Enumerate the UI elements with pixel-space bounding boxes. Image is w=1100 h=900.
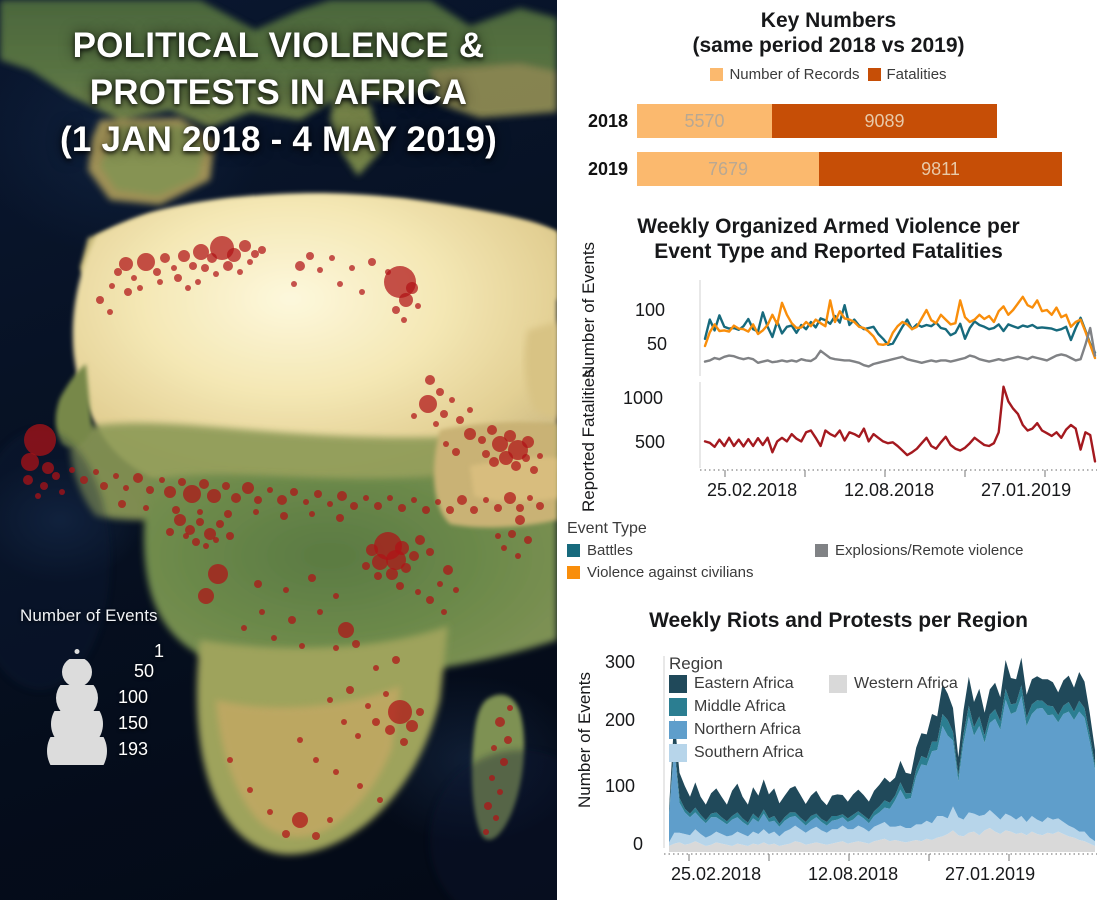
battles-color-swatch	[567, 544, 580, 557]
legend-item-fatalities[interactable]: Fatalities	[867, 66, 947, 83]
bar-value-records-2018: 5570	[684, 110, 725, 131]
western-africa-color-swatch	[829, 675, 847, 693]
bar-value-fatalities-2018: 9089	[864, 110, 905, 131]
riots-protests-plot[interactable]: Number of Events 300 200 100 0 Region Ea…	[557, 608, 1100, 900]
riots-protests-section: Weekly Riots and Protests per Region Num…	[557, 608, 1100, 884]
legend-item-northern-africa[interactable]: Northern Africa	[669, 721, 801, 739]
bar-track-2018: 5570 9089	[637, 104, 997, 138]
bar-row-2019[interactable]: 2019 7679 9811	[557, 152, 1100, 186]
legend-value-100: 100	[117, 687, 148, 707]
key-numbers-title-line-1: Key Numbers	[760, 9, 897, 32]
middle-africa-color-swatch	[669, 698, 687, 716]
legend-item-battles[interactable]: Battles	[567, 542, 633, 559]
explosions-color-swatch	[815, 544, 828, 557]
legend-item-explosions-remote-violence[interactable]: Explosions/Remote violence	[815, 542, 1023, 559]
xtick-2: 12.08.2018	[844, 480, 935, 500]
legend-label-battles: Battles	[587, 542, 633, 559]
map-size-legend: Number of Events 1 50 100 150 193	[16, 606, 216, 765]
armed-violence-title-line-1: Weekly Organized Armed Violence per	[637, 215, 1020, 238]
legend-item-eastern-africa[interactable]: Eastern Africa	[669, 675, 794, 693]
riots-xtick-2: 12.08.2018	[808, 864, 899, 884]
map-legend-title: Number of Events	[20, 606, 158, 625]
page-title-line-3: (1 JAN 2018 - 4 MAY 2019)	[60, 120, 497, 159]
bar-value-records-2019: 7679	[707, 158, 749, 179]
xtick-3: 27.01.2019	[981, 480, 1072, 500]
legend-value-193: 193	[117, 739, 148, 759]
southern-africa-color-swatch	[669, 744, 687, 762]
armed-violence-title-line-2: Event Type and Reported Fatalities	[654, 240, 1003, 263]
armed-violence-title: Weekly Organized Armed Violence per Even…	[557, 214, 1100, 264]
key-numbers-bars: 2018 5570 9089 2019 7679 9811	[557, 104, 1100, 200]
charts-panel: Key Numbers (same period 2018 vs 2019) N…	[557, 0, 1100, 900]
map-panel[interactable]: POLITICAL VIOLENCE & PROTESTS IN AFRICA …	[0, 0, 557, 900]
legend-label-eastern-africa: Eastern Africa	[694, 675, 794, 692]
riots-xtick-1: 25.02.2018	[671, 864, 762, 884]
bar-track-2019: 7679 9811	[637, 152, 1062, 186]
bar-segment-fatalities-2018[interactable]: 9089	[772, 104, 997, 138]
page-title-line-2: PROTESTS IN AFRICA	[89, 73, 468, 112]
fatalities-color-swatch	[867, 68, 881, 81]
bar-row-2018[interactable]: 2018 5570 9089	[557, 104, 1100, 138]
legend-item-middle-africa[interactable]: Middle Africa	[669, 698, 786, 716]
legend-label-fatalities: Fatalities	[886, 66, 947, 83]
key-numbers-title: Key Numbers (same period 2018 vs 2019)	[557, 8, 1100, 58]
legend-label-records: Number of Records	[729, 66, 860, 83]
eastern-africa-color-swatch	[669, 675, 687, 693]
records-color-swatch	[710, 68, 724, 81]
bar-segment-records-2019[interactable]: 7679	[637, 152, 819, 186]
key-numbers-title-line-2: (same period 2018 vs 2019)	[692, 34, 965, 57]
bar-segment-fatalities-2019[interactable]: 9811	[819, 152, 1062, 186]
legend-label-middle-africa: Middle Africa	[694, 698, 786, 715]
key-numbers-legend: Number of Records Fatalities	[557, 66, 1100, 83]
event-type-legend: Event Type Battles Violence against civi…	[567, 520, 1100, 584]
legend-value-50: 50	[133, 661, 154, 681]
region-legend: Region Eastern Africa Middle Africa Nort…	[669, 654, 999, 771]
legend-label-southern-africa: Southern Africa	[694, 744, 804, 761]
riots-xtick-3: 27.01.2019	[945, 864, 1036, 884]
legend-item-violence-against-civilians[interactable]: Violence against civilians	[567, 564, 754, 581]
legend-item-western-africa[interactable]: Western Africa	[829, 675, 958, 693]
legend-label-northern-africa: Northern Africa	[694, 721, 801, 738]
legend-label-violence-civilians: Violence against civilians	[587, 564, 754, 581]
violence-civilians-color-swatch	[567, 566, 580, 579]
legend-label-western-africa: Western Africa	[854, 675, 958, 692]
legend-label-explosions: Explosions/Remote violence	[835, 542, 1024, 559]
region-legend-title: Region	[669, 654, 723, 673]
xtick-1: 25.02.2018	[707, 480, 798, 500]
legend-item-southern-africa[interactable]: Southern Africa	[669, 744, 803, 762]
armed-violence-section: Weekly Organized Armed Violence per Even…	[557, 214, 1100, 264]
bar-segment-records-2018[interactable]: 5570	[637, 104, 772, 138]
northern-africa-color-swatch	[669, 721, 687, 739]
key-numbers-section: Key Numbers (same period 2018 vs 2019) N…	[557, 8, 1100, 83]
event-type-legend-title: Event Type	[567, 520, 647, 537]
legend-value-150: 150	[117, 713, 148, 733]
bar-label-2019: 2019	[587, 158, 628, 179]
page-title: POLITICAL VIOLENCE & PROTESTS IN AFRICA …	[0, 22, 557, 163]
armed-violence-plot[interactable]: Number of Events Reported Fatalities 100…	[557, 242, 1100, 522]
bar-value-fatalities-2019: 9811	[921, 158, 960, 179]
legend-item-number-of-records[interactable]: Number of Records	[710, 66, 860, 83]
page-title-line-1: POLITICAL VIOLENCE &	[72, 26, 485, 65]
bar-label-2018: 2018	[587, 110, 628, 131]
